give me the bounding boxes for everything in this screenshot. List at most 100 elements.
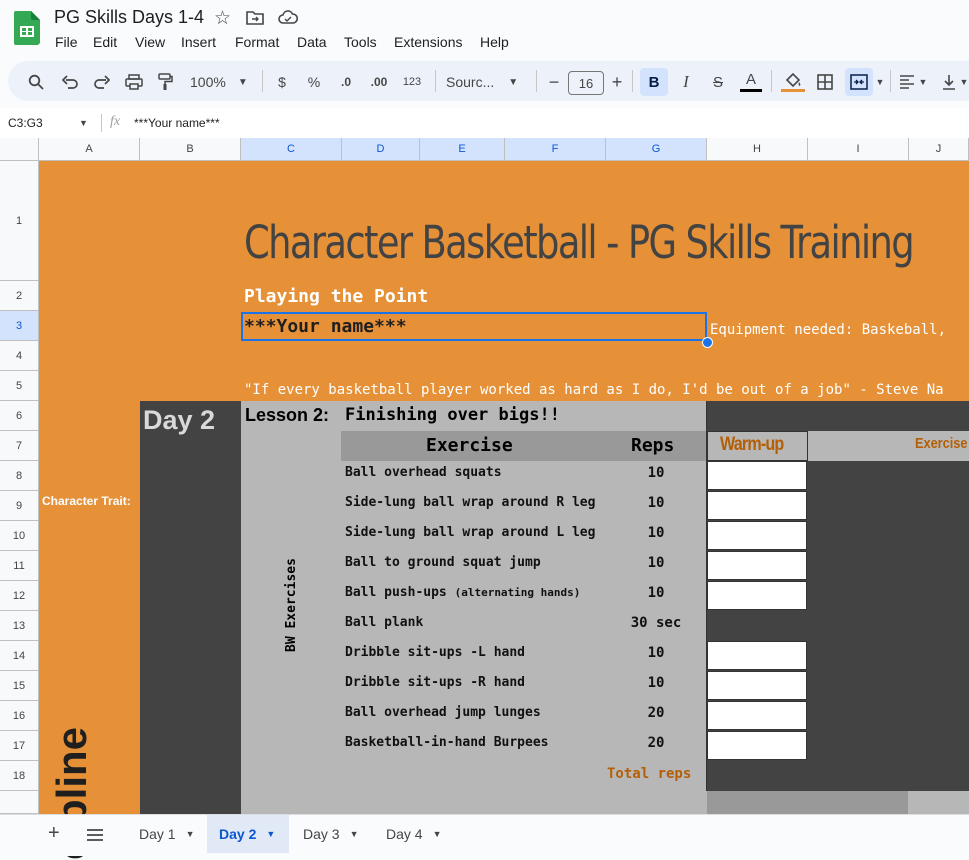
row-header-2[interactable]: 2 <box>0 281 39 311</box>
lesson-label[interactable]: Lesson 2: <box>245 405 329 426</box>
name-cell[interactable]: ***Your name*** <box>244 316 407 337</box>
formula-input[interactable]: ***Your name*** <box>134 116 220 130</box>
column-header-b[interactable]: B <box>140 138 241 161</box>
undo-icon[interactable] <box>60 71 80 93</box>
warmup-checkbox[interactable] <box>707 491 807 520</box>
row-header-1[interactable]: 1 <box>0 161 39 281</box>
borders-icon[interactable] <box>815 71 835 93</box>
all-sheets-icon[interactable] <box>87 828 103 846</box>
currency-format-button[interactable]: $ <box>274 71 290 93</box>
warmup-checkbox[interactable] <box>707 731 807 760</box>
row-header-13[interactable]: 13 <box>0 611 39 641</box>
sheet-tab-day-3[interactable]: Day 3 ▼ <box>291 815 371 853</box>
fill-color-icon[interactable] <box>780 71 806 93</box>
warmup-header[interactable]: Warm-up <box>720 434 784 456</box>
star-icon[interactable]: ☆ <box>214 7 231 30</box>
menu-insert[interactable]: Insert <box>181 34 216 50</box>
row-header-11[interactable]: 11 <box>0 551 39 581</box>
menu-extensions[interactable]: Extensions <box>394 34 462 50</box>
row-header-15[interactable]: 15 <box>0 671 39 701</box>
move-folder-icon[interactable] <box>246 10 264 30</box>
italic-button[interactable]: I <box>677 71 695 93</box>
menu-data[interactable]: Data <box>297 34 327 50</box>
search-menus-icon[interactable] <box>26 71 46 93</box>
row-header-6[interactable]: 6 <box>0 401 39 431</box>
column-header-f[interactable]: F <box>505 138 606 161</box>
increase-decimal-button[interactable]: .00 <box>367 71 391 93</box>
warmup-checkbox[interactable] <box>707 671 807 700</box>
row-header-8[interactable]: 8 <box>0 461 39 491</box>
row-header-17[interactable]: 17 <box>0 731 39 761</box>
add-sheet-icon[interactable]: + <box>48 822 60 845</box>
column-header-i[interactable]: I <box>808 138 909 161</box>
column-header-e[interactable]: E <box>420 138 505 161</box>
font-size-input[interactable]: 16 <box>568 71 604 95</box>
zoom-select[interactable]: 100% ▼ <box>190 71 252 93</box>
chevron-down-icon[interactable]: ▼ <box>79 118 88 128</box>
sheet-tab-day-2[interactable]: Day 2 ▼ <box>207 815 289 853</box>
column-header-d[interactable]: D <box>342 138 420 161</box>
sheet-tab-day-4[interactable]: Day 4 ▼ <box>374 815 454 853</box>
character-trait-label[interactable]: Character Trait: <box>42 494 131 508</box>
sheet-tab-day-1[interactable]: Day 1 ▼ <box>125 815 205 853</box>
merge-cells-icon[interactable] <box>845 68 873 96</box>
column-header-c[interactable]: C <box>241 138 342 161</box>
increase-font-size-button[interactable]: + <box>609 71 625 93</box>
menu-help[interactable]: Help <box>480 34 509 50</box>
decrease-decimal-button[interactable]: .0 <box>336 71 356 93</box>
column-header-g[interactable]: G <box>606 138 707 161</box>
row-header-18[interactable]: 18 <box>0 761 39 791</box>
exercise-row[interactable]: Basketball-in-hand Burpees 20 <box>341 731 706 761</box>
row-header-9[interactable]: 9 <box>0 491 39 521</box>
row-header-5[interactable]: 5 <box>0 371 39 401</box>
row-header-10[interactable]: 10 <box>0 521 39 551</box>
menu-view[interactable]: View <box>135 34 165 50</box>
row-header-12[interactable]: 12 <box>0 581 39 611</box>
text-color-button[interactable]: A <box>738 71 764 93</box>
select-all-corner[interactable] <box>0 138 39 161</box>
warmup-checkbox[interactable] <box>707 641 807 670</box>
menu-format[interactable]: Format <box>235 34 279 50</box>
equipment-text[interactable]: Equipment needed: Baskeball, <box>710 322 946 338</box>
exercise-row[interactable]: Dribble sit-ups -L hand 10 <box>341 641 706 671</box>
exercise-row[interactable]: Ball overhead jump lunges 20 <box>341 701 706 731</box>
column-header-a[interactable]: A <box>39 138 140 161</box>
print-icon[interactable] <box>124 71 144 93</box>
name-box[interactable]: C3:G3 <box>8 116 43 130</box>
day-label[interactable]: Day 2 <box>143 405 215 436</box>
menu-file[interactable]: File <box>55 34 78 50</box>
reps-header[interactable]: Reps <box>631 435 674 456</box>
row-header-7[interactable]: 7 <box>0 431 39 461</box>
font-family-select[interactable]: Sourc... ▼ <box>446 71 526 93</box>
lesson-title[interactable]: Finishing over bigs!! <box>345 405 560 425</box>
exercise-row[interactable]: Ball push-ups (alternating hands) 10 <box>341 581 706 611</box>
row-header-16[interactable]: 16 <box>0 701 39 731</box>
cloud-saved-icon[interactable] <box>278 10 299 30</box>
quote-text[interactable]: "If every basketball player worked as ha… <box>244 382 969 398</box>
bold-button[interactable]: B <box>640 68 668 96</box>
decrease-font-size-button[interactable]: − <box>546 71 562 93</box>
sheets-logo-icon[interactable] <box>14 11 40 45</box>
warmup-checkbox[interactable] <box>707 701 807 730</box>
paint-format-icon[interactable] <box>155 71 175 93</box>
row-header-3[interactable]: 3 <box>0 311 39 341</box>
percent-format-button[interactable]: % <box>306 71 322 93</box>
chevron-down-icon[interactable]: ▼ <box>875 71 885 93</box>
more-formats-button[interactable]: 123 <box>401 71 423 93</box>
row-header-4[interactable]: 4 <box>0 341 39 371</box>
exercise-row[interactable]: Ball plank 30 sec <box>341 611 706 641</box>
exercise-right-header[interactable]: Exercise <box>915 435 967 452</box>
exercise-row[interactable]: Side-lung ball wrap around R leg 10 <box>341 491 706 521</box>
horizontal-align-icon[interactable]: ▼ <box>898 71 928 93</box>
menu-tools[interactable]: Tools <box>344 34 377 50</box>
group-label[interactable]: BW Exercises <box>284 532 299 652</box>
document-title[interactable]: PG Skills Days 1-4 <box>54 7 204 28</box>
redo-icon[interactable] <box>92 71 112 93</box>
exercise-header[interactable]: Exercise <box>426 435 513 456</box>
strikethrough-button[interactable]: S <box>708 71 728 93</box>
warmup-checkbox[interactable] <box>707 461 807 490</box>
sheet-heading[interactable]: Character Basketball - PG Skills Trainin… <box>244 216 915 269</box>
exercise-row[interactable]: Ball overhead squats 10 <box>341 461 706 491</box>
warmup-checkbox[interactable] <box>707 551 807 580</box>
warmup-checkbox[interactable] <box>707 521 807 550</box>
